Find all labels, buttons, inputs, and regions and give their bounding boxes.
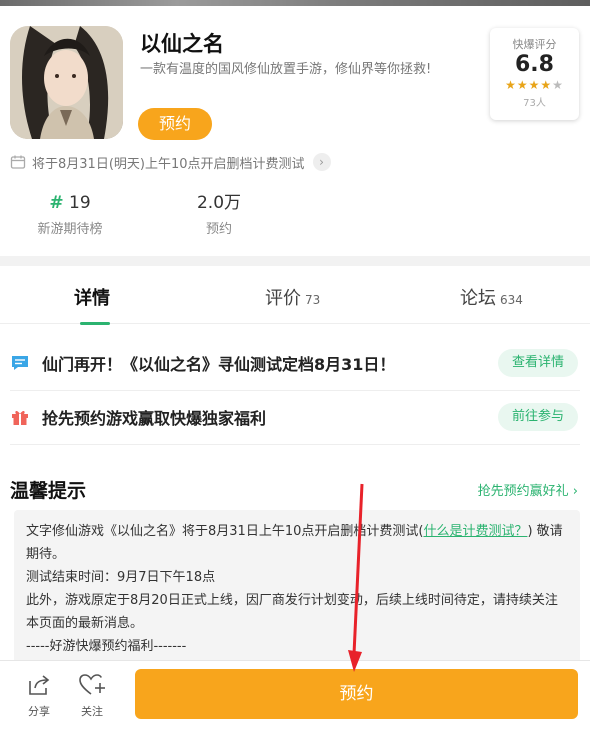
tab-details[interactable]: 详情: [74, 284, 110, 310]
announcement-row[interactable]: 仙门再开！《以仙之名》寻仙测试定档8月31日！ 查看详情: [10, 338, 580, 388]
tips-content: 文字修仙游戏《以仙之名》将于8月31日上午10点开启删档计费测试(什么是计费测试…: [14, 510, 580, 670]
rating-stars: ★★★★★: [490, 78, 579, 92]
reservation-count: 2.0万: [196, 193, 242, 213]
rank-label: 新游期待榜: [37, 222, 103, 237]
test-notice-text: 将于8月31日(明天)上午10点开启删档计费测试: [32, 156, 305, 172]
follow-button[interactable]: 关注: [72, 673, 112, 719]
tab-forum[interactable]: 论坛 634: [460, 284, 523, 310]
tab-reviews-label: 评价: [265, 288, 301, 309]
rank-hash: #: [49, 193, 64, 213]
welfare-text: 抢先预约游戏赢取快爆独家福利: [42, 409, 267, 428]
gift-icon: [12, 410, 28, 425]
reservation-label: 预约: [205, 222, 232, 237]
rank-value: 19: [69, 193, 91, 213]
tips-title: 温馨提示: [10, 480, 87, 502]
share-button[interactable]: 分享: [19, 673, 59, 719]
section-gap: [0, 256, 590, 266]
active-tab-indicator: [80, 322, 110, 325]
reserve-button[interactable]: 预约: [135, 669, 578, 719]
rating-card[interactable]: 快爆评分 6.8 ★★★★★ 73人: [490, 28, 579, 120]
test-notice[interactable]: 将于8月31日(明天)上午10点开启删档计费测试 ›: [10, 152, 331, 172]
reserve-button-small[interactable]: 预约: [138, 108, 212, 140]
game-title: 以仙之名: [140, 32, 224, 56]
stat-rank[interactable]: # 19 新游期待榜: [30, 192, 110, 237]
chevron-right-icon: ›: [572, 484, 578, 499]
star-icon: ★: [528, 78, 541, 92]
game-header: 以仙之名 一款有温度的国风修仙放置手游，修仙界等你拯救! 预约 快爆评分 6.8…: [0, 6, 590, 256]
announcement-text: 仙门再开！《以仙之名》寻仙测试定档8月31日！: [42, 355, 396, 374]
rating-count: 73人: [523, 98, 546, 109]
bottom-action-bar: 分享 关注 预约: [0, 660, 590, 731]
star-icon: ★: [516, 78, 529, 92]
follow-label: 关注: [81, 705, 103, 718]
tab-forum-label: 论坛: [460, 288, 496, 309]
billing-test-link[interactable]: 什么是计费测试？: [423, 524, 527, 539]
tips-paragraph: 文字修仙游戏《以仙之名》将于8月31日上午10点开启删档计费测试(什么是计费测试…: [26, 520, 568, 566]
tab-reviews-count: 73: [305, 293, 321, 307]
rating-label: 快爆评分: [512, 38, 557, 51]
tips-line1: 文字修仙游戏《以仙之名》将于8月31日上午10点开启删档计费测试(: [26, 524, 424, 539]
message-icon: [12, 356, 28, 370]
tab-forum-count: 634: [500, 293, 523, 307]
tips-end-time: 测试结束时间：9月7日下午18点: [26, 570, 216, 585]
share-icon: [29, 675, 50, 695]
tab-reviews[interactable]: 评价 73: [265, 284, 320, 310]
tab-details-label: 详情: [74, 288, 110, 309]
chevron-right-icon: ›: [312, 153, 331, 171]
tab-bar: 详情 评价 73 论坛 634: [0, 266, 590, 325]
view-details-button[interactable]: 查看详情: [497, 349, 578, 377]
star-icon: ★: [505, 78, 517, 92]
welfare-row[interactable]: 抢先预约游戏赢取快爆独家福利 前往参与: [10, 392, 580, 442]
divider: [10, 390, 580, 391]
stat-reservations: 2.0万 预约: [184, 192, 254, 237]
rating-score: 6.8: [515, 52, 554, 77]
share-label: 分享: [28, 705, 50, 718]
tips-reserve-link-text: 抢先预约赢好礼: [477, 484, 569, 499]
game-description: 一款有温度的国风修仙放置手游，修仙界等你拯救!: [140, 62, 432, 77]
participate-button[interactable]: 前往参与: [497, 403, 578, 431]
game-icon-image[interactable]: [10, 26, 123, 139]
heart-plus-icon: [79, 674, 105, 695]
calendar-icon: [10, 155, 26, 169]
divider: [10, 444, 580, 445]
star-empty-icon: ★: [552, 78, 564, 92]
tips-welfare-divider: -----好游快爆预约福利-------: [26, 639, 187, 654]
star-half-icon: ★: [540, 78, 553, 92]
tips-reserve-link[interactable]: 抢先预约赢好礼 ›: [478, 480, 578, 499]
tips-launch-note: 此外，游戏原定于8月20日正式上线，因厂商发行计划变动，后续上线时间待定，请持续…: [26, 593, 558, 631]
